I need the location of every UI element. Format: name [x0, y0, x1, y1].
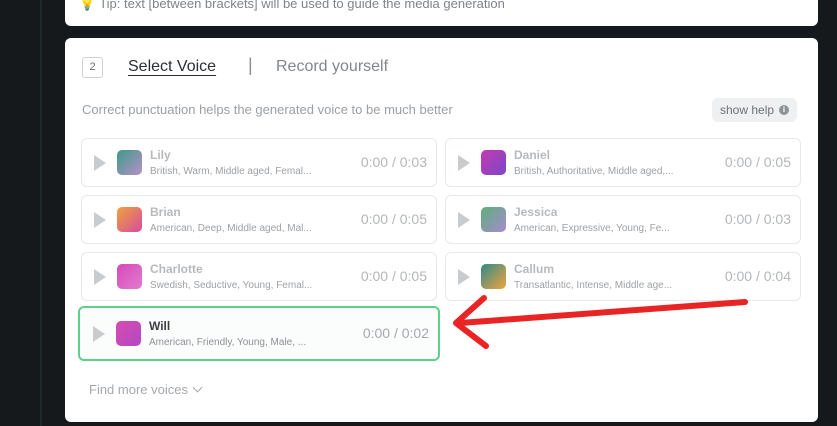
voice-card-jessica[interactable]: Jessica American, Expressive, Young, Fe.… [445, 195, 801, 244]
play-icon[interactable] [93, 326, 105, 342]
voice-avatar [117, 207, 142, 232]
info-icon: i [779, 105, 790, 115]
tab-separator: | [248, 55, 253, 75]
play-icon[interactable] [458, 155, 470, 171]
play-icon[interactable] [458, 212, 470, 228]
voice-name: Callum [514, 262, 555, 276]
voice-name: Charlotte [150, 262, 203, 276]
punctuation-hint: Correct punctuation helps the generated … [82, 102, 453, 117]
step-number-badge: 2 [82, 57, 103, 78]
voice-avatar [116, 321, 141, 346]
voice-card-daniel[interactable]: Daniel British, Authoritative, Middle ag… [445, 138, 801, 187]
show-help-label: show help [720, 103, 775, 117]
tip-label: Tip: text [between brackets] will be use… [99, 0, 505, 11]
voice-duration: 0:00 / 0:05 [724, 154, 791, 170]
voice-avatar [117, 150, 142, 175]
voice-name: Brian [150, 205, 181, 219]
tip-text: 💡 Tip: text [between brackets] will be us… [79, 0, 505, 12]
tab-record-yourself[interactable]: Record yourself [276, 58, 388, 76]
play-icon[interactable] [94, 269, 106, 285]
voice-card-brian[interactable]: Brian American, Deep, Middle aged, Mal..… [81, 195, 437, 244]
voice-duration: 0:00 / 0:03 [724, 211, 791, 227]
show-help-button[interactable]: show help i [712, 98, 798, 122]
play-icon[interactable] [94, 212, 106, 228]
tab-select-voice[interactable]: Select Voice [128, 58, 216, 76]
voice-card-lily[interactable]: Lily British, Warm, Middle aged, Femal..… [81, 138, 437, 187]
voice-description: American, Expressive, Young, Fe... [514, 223, 670, 234]
voice-avatar [481, 150, 506, 175]
voice-name: Lily [150, 148, 171, 162]
voice-duration: 0:00 / 0:05 [360, 211, 427, 227]
voice-description: British, Warm, Middle aged, Femal... [150, 166, 312, 177]
voice-panel: 2 Select Voice | Record yourself Correct… [65, 38, 818, 422]
play-icon[interactable] [458, 269, 470, 285]
lightbulb-icon: 💡 [79, 0, 96, 11]
voice-name: Will [149, 319, 171, 333]
voice-description: Swedish, Seductive, Young, Femal... [150, 280, 313, 291]
voice-duration: 0:00 / 0:04 [724, 268, 791, 284]
voice-duration: 0:00 / 0:03 [360, 154, 427, 170]
find-more-label: Find more voices [89, 382, 188, 397]
annotation-arrow-icon [453, 295, 748, 349]
voice-duration: 0:00 / 0:02 [362, 325, 429, 341]
voice-card-charlotte[interactable]: Charlotte Swedish, Seductive, Young, Fem… [81, 252, 437, 301]
voice-card-will[interactable]: Will American, Friendly, Young, Male, ..… [78, 306, 440, 361]
sidebar-divider [40, 0, 42, 426]
play-icon[interactable] [94, 155, 106, 171]
voice-name: Jessica [514, 205, 558, 219]
prompt-card: 💡 Tip: text [between brackets] will be us… [65, 0, 818, 26]
voice-avatar [117, 264, 142, 289]
arrow-shaft [457, 299, 748, 326]
voice-avatar [481, 264, 506, 289]
voice-duration: 0:00 / 0:05 [360, 268, 427, 284]
voice-description: British, Authoritative, Middle aged,... [514, 166, 674, 177]
voice-avatar [481, 207, 506, 232]
voice-description: American, Deep, Middle aged, Mal... [150, 223, 312, 234]
chevron-down-icon [192, 382, 203, 393]
voice-name: Daniel [514, 148, 551, 162]
find-more-voices-button[interactable]: Find more voices [89, 382, 203, 397]
voice-description: American, Friendly, Young, Male, ... [149, 337, 307, 348]
